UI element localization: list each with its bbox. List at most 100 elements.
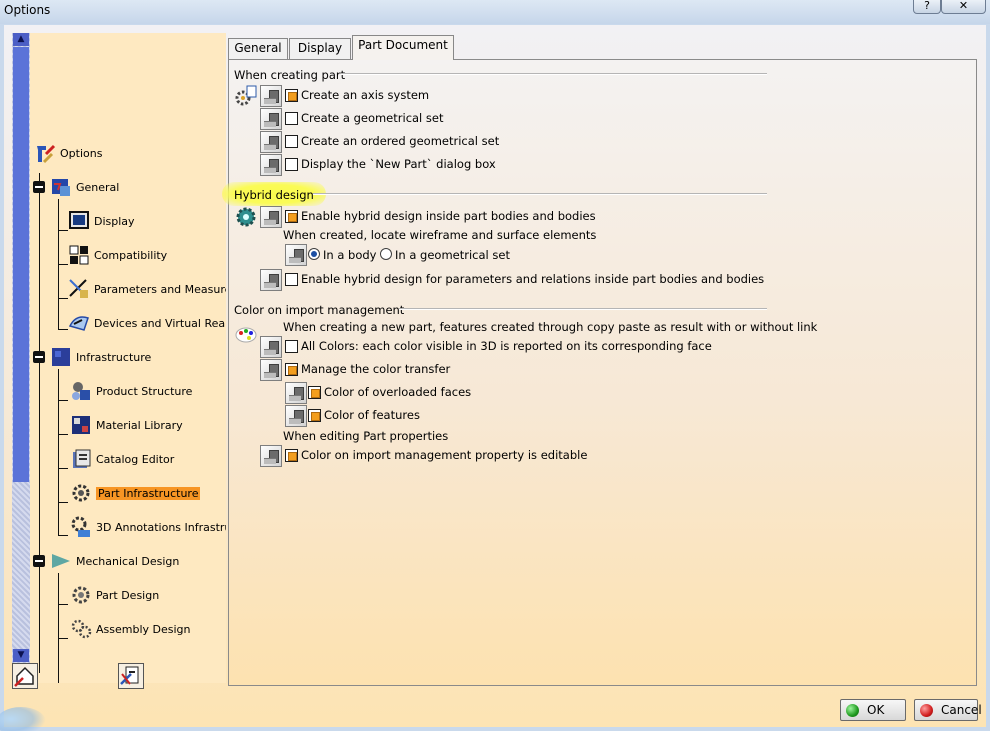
tree-node-label: Material Library xyxy=(96,418,183,432)
tree-node-part-infrastructure[interactable]: Part Infrastructure xyxy=(70,480,201,506)
color-of-features-checkbox[interactable] xyxy=(308,409,321,422)
tree-line xyxy=(58,230,68,231)
close-button[interactable]: ✕ xyxy=(941,0,986,14)
tree-node-mechanical-design[interactable]: Mechanical Design xyxy=(50,548,179,574)
tree-node-label: Part Infrastructure xyxy=(96,486,201,500)
create-axis-system-checkbox[interactable] xyxy=(285,89,298,102)
tree-node-compatibility[interactable]: Compatibility xyxy=(68,242,167,268)
tree-node-infrastructure[interactable]: Infrastructure xyxy=(50,344,151,370)
hybrid-parameters-relations-checkbox[interactable] xyxy=(285,273,298,286)
devices-icon xyxy=(68,312,90,334)
tree-node-general[interactable]: General xyxy=(50,174,119,200)
parameters-icon xyxy=(68,278,90,300)
general-icon xyxy=(50,176,72,198)
tree-line xyxy=(58,502,68,503)
tree-node-label: Mechanical Design xyxy=(76,554,180,568)
tree-node-product-structure[interactable]: Product Structure xyxy=(70,378,192,404)
lock-button[interactable] xyxy=(285,244,307,266)
display-new-part-dialog-label: Display the `New Part` dialog box xyxy=(301,157,496,171)
tab-part-document[interactable]: Part Document xyxy=(352,35,454,60)
tree-line xyxy=(58,638,68,639)
lock-button[interactable] xyxy=(260,359,282,381)
all-colors-checkbox[interactable] xyxy=(285,340,298,353)
color-import-description: When creating a new part, features creat… xyxy=(283,320,818,334)
scroll-down-arrow[interactable]: ▼ xyxy=(13,649,29,662)
group-title-color-import: Color on import management xyxy=(234,303,405,317)
tree-node-label: Infrastructure xyxy=(76,350,152,364)
tree-node-material-library[interactable]: Material Library xyxy=(70,412,183,438)
start-orb-decoration xyxy=(0,707,46,731)
collapse-toggle[interactable] xyxy=(33,555,45,567)
part-design-icon xyxy=(70,584,92,606)
tree-node-label: Assembly Design xyxy=(96,622,191,636)
lock-button[interactable] xyxy=(260,206,282,228)
reset-options-icon[interactable] xyxy=(118,663,144,689)
tree-node-label: 3D Annotations Infrastructure xyxy=(96,520,226,534)
manage-color-transfer-checkbox[interactable] xyxy=(285,363,298,376)
tree-node-label: Display xyxy=(94,214,135,228)
tree-node-devices-and-virtual-reality[interactable]: Devices and Virtual Reality xyxy=(68,310,226,336)
in-a-geometrical-set-radio[interactable] xyxy=(380,248,392,260)
tree-node-catalog-editor[interactable]: Catalog Editor xyxy=(70,446,174,472)
tree-line xyxy=(58,298,68,299)
cancel-button-label: Cancel xyxy=(941,703,982,717)
tree-node-label: Options xyxy=(60,146,103,160)
tree-node-display[interactable]: Display xyxy=(68,208,135,234)
lock-button[interactable] xyxy=(260,131,282,153)
group-title-hybrid-design-text: Hybrid design xyxy=(234,188,314,202)
tree-scrollbar[interactable]: ▲ ▼ xyxy=(12,33,30,663)
tree-node-label: General xyxy=(76,180,120,194)
catalog-editor-icon xyxy=(70,448,92,470)
color-palette-icon xyxy=(235,324,257,346)
collapse-toggle[interactable] xyxy=(33,351,45,363)
window-title: Options xyxy=(4,3,51,17)
lock-button[interactable] xyxy=(260,336,282,358)
collapse-toggle[interactable] xyxy=(33,181,45,193)
enable-hybrid-design-checkbox[interactable] xyxy=(285,210,298,223)
tree-node-options[interactable]: Options xyxy=(34,140,102,166)
material-library-icon xyxy=(70,414,92,436)
part-infrastructure-icon xyxy=(70,482,92,504)
lock-button[interactable] xyxy=(260,154,282,176)
home-options-icon[interactable] xyxy=(12,663,38,689)
scroll-thumb[interactable] xyxy=(13,47,29,482)
lock-button[interactable] xyxy=(285,405,307,427)
tree-line xyxy=(58,604,68,605)
display-new-part-dialog-checkbox[interactable] xyxy=(285,158,298,171)
color-property-editable-label: Color on import management property is e… xyxy=(301,448,588,462)
lock-button[interactable] xyxy=(285,382,307,404)
tree-node-3d-annotations-infrastructure[interactable]: 3D Annotations Infrastructure xyxy=(70,514,226,540)
lock-button[interactable] xyxy=(260,108,282,130)
lock-button[interactable] xyxy=(260,269,282,291)
options-tree: ▲ ▼ Options General Display Compatibilit… xyxy=(12,33,226,683)
create-ordered-geometrical-set-checkbox[interactable] xyxy=(285,135,298,148)
tree-node-part-design[interactable]: Part Design xyxy=(70,582,159,608)
manage-color-transfer-label: Manage the color transfer xyxy=(301,362,451,376)
group-separator xyxy=(399,308,767,310)
tree-node-parameters-and-measure[interactable]: Parameters and Measure xyxy=(68,276,226,302)
tab-general[interactable]: General xyxy=(228,38,288,59)
color-overloaded-faces-checkbox[interactable] xyxy=(308,386,321,399)
tree-node-assembly-design[interactable]: Assembly Design xyxy=(70,616,191,642)
in-a-body-radio[interactable] xyxy=(308,248,320,260)
scroll-up-arrow[interactable]: ▲ xyxy=(13,33,29,46)
in-a-geometrical-set-label: In a geometrical set xyxy=(395,248,510,262)
mechanical-design-icon xyxy=(50,550,72,572)
tab-display[interactable]: Display xyxy=(289,38,351,59)
cancel-status-icon xyxy=(920,703,933,717)
ok-button[interactable]: OK xyxy=(840,699,906,721)
cancel-button[interactable]: Cancel xyxy=(914,699,982,721)
create-geometrical-set-checkbox[interactable] xyxy=(285,112,298,125)
help-button[interactable]: ? xyxy=(913,0,941,14)
group-separator xyxy=(341,73,767,75)
lock-button[interactable] xyxy=(260,85,282,107)
tree-node-label: Parameters and Measure xyxy=(94,282,226,296)
tree-node-label: Product Structure xyxy=(96,384,193,398)
all-colors-label: All Colors: each color visible in 3D is … xyxy=(301,339,712,353)
tree-line xyxy=(58,573,59,683)
color-property-editable-checkbox[interactable] xyxy=(285,449,298,462)
ok-button-label: OK xyxy=(867,703,885,717)
editing-part-properties-label: When editing Part properties xyxy=(283,429,449,443)
enable-hybrid-design-label: Enable hybrid design inside part bodies … xyxy=(301,209,596,223)
lock-button[interactable] xyxy=(260,445,282,467)
